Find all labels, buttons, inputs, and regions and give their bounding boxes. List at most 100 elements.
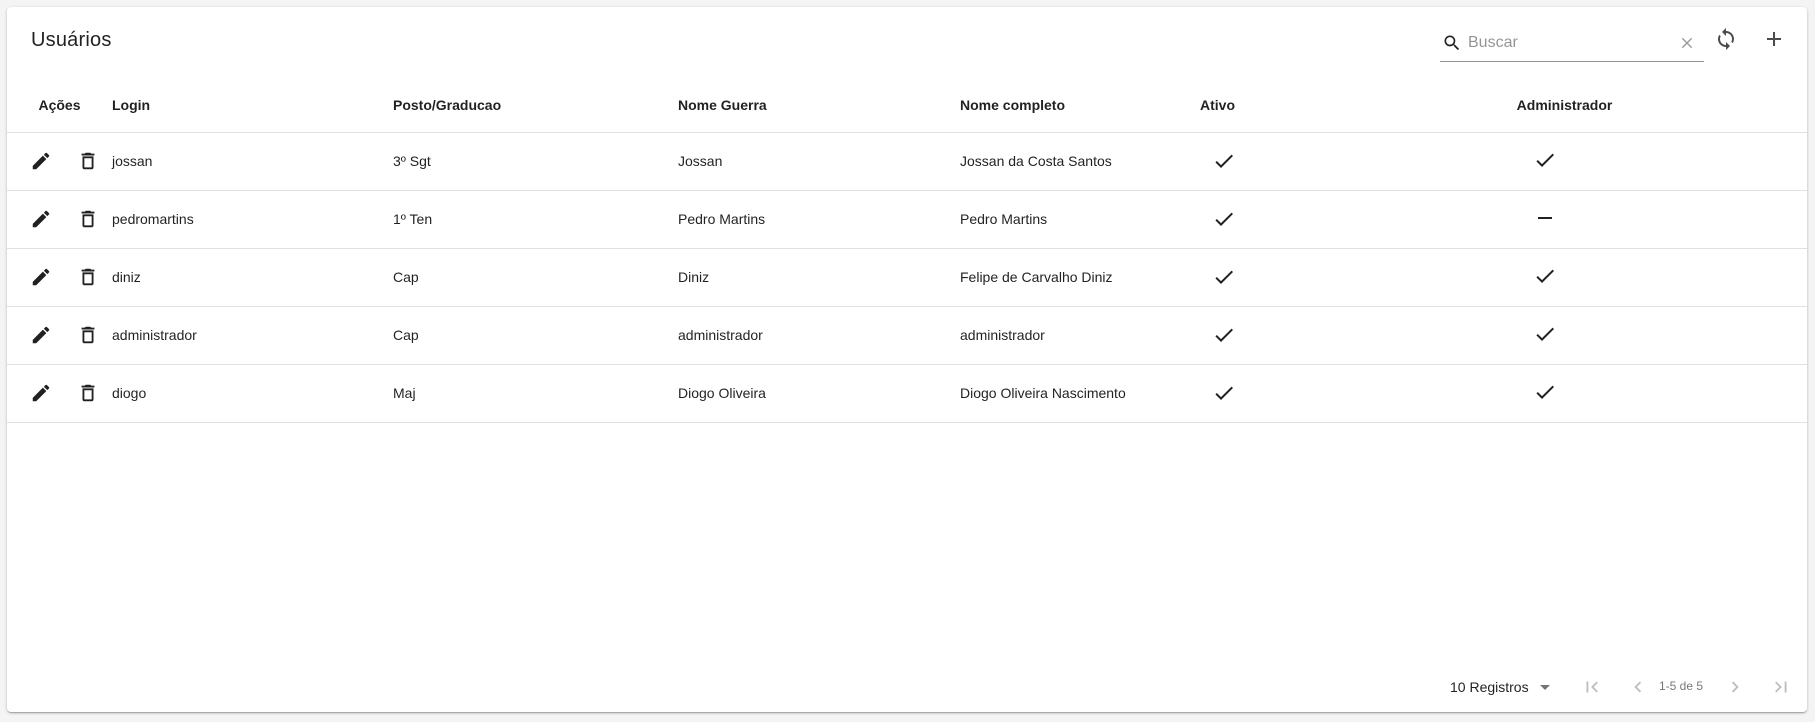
table-row[interactable]: jossan 3º Sgt Jossan Jossan da Costa San…: [7, 132, 1807, 191]
delete-button[interactable]: [68, 199, 108, 239]
check-icon: [1535, 269, 1554, 283]
row-actions: [7, 190, 112, 249]
cell-posto: 3º Sgt: [393, 132, 678, 191]
add-button[interactable]: [1754, 19, 1794, 59]
edit-button[interactable]: [21, 141, 61, 181]
cell-ativo: [1200, 132, 1322, 191]
page-info: 1-5 de 5: [1659, 679, 1704, 693]
cell-administrador: [1322, 132, 1807, 191]
search-icon: [1444, 35, 1460, 51]
previous-page-button[interactable]: [1620, 669, 1656, 705]
column-header-actions: Ações: [7, 79, 112, 133]
edit-icon: [32, 384, 50, 402]
cell-posto: Cap: [393, 306, 678, 365]
table-row[interactable]: administrador Cap administrador administ…: [7, 306, 1807, 365]
dash-icon: [1537, 216, 1552, 219]
check-icon: [1215, 328, 1233, 342]
cell-nome-completo: Felipe de Carvalho Diniz: [960, 248, 1200, 307]
check-icon: [1215, 212, 1233, 226]
table-row[interactable]: pedromartins 1º Ten Pedro Martins Pedro …: [7, 190, 1807, 249]
cell-login: diogo: [112, 364, 393, 423]
delete-icon: [81, 384, 95, 402]
column-header-posto[interactable]: Posto/Graducao: [393, 79, 678, 133]
first-page-button[interactable]: [1574, 669, 1610, 705]
cell-posto: 1º Ten: [393, 190, 678, 249]
clear-icon[interactable]: [1678, 34, 1696, 52]
edit-icon: [32, 210, 50, 228]
cell-nome-completo: Diogo Oliveira Nascimento: [960, 364, 1200, 423]
edit-button[interactable]: [21, 373, 61, 413]
last-page-icon: [1775, 681, 1787, 693]
refresh-button[interactable]: [1706, 19, 1746, 59]
cell-nome-completo: Jossan da Costa Santos: [960, 132, 1200, 191]
next-page-button[interactable]: [1717, 669, 1753, 705]
check-icon: [1535, 327, 1554, 341]
table-body: jossan 3º Sgt Jossan Jossan da Costa San…: [7, 132, 1807, 423]
check-icon: [1215, 270, 1233, 284]
column-header-nome-guerra[interactable]: Nome Guerra: [678, 79, 960, 133]
cell-ativo: [1200, 306, 1322, 365]
row-actions: [7, 364, 112, 423]
cell-nome-guerra: administrador: [678, 306, 960, 365]
add-icon: [1767, 32, 1781, 46]
edit-button[interactable]: [21, 199, 61, 239]
cell-login: pedromartins: [112, 190, 393, 249]
row-actions: [7, 132, 112, 191]
next-page-icon: [1731, 681, 1739, 693]
column-header-login[interactable]: Login: [112, 79, 393, 133]
cell-nome-guerra: Jossan: [678, 132, 960, 191]
check-icon: [1215, 386, 1233, 400]
last-page-button[interactable]: [1763, 669, 1799, 705]
column-header-ativo[interactable]: Ativo: [1200, 79, 1322, 133]
column-header-administrador[interactable]: Administrador: [1322, 79, 1807, 133]
edit-icon: [32, 268, 50, 286]
delete-icon: [81, 152, 95, 170]
edit-button[interactable]: [21, 315, 61, 355]
users-card: Usuários Ações L: [7, 7, 1807, 712]
first-page-icon: [1586, 681, 1598, 693]
delete-icon: [81, 326, 95, 344]
pagination-footer: 10 Registros 1-5 de 5: [7, 667, 1807, 707]
delete-button[interactable]: [68, 373, 108, 413]
previous-page-icon: [1634, 681, 1642, 693]
cell-ativo: [1200, 190, 1322, 249]
cell-posto: Maj: [393, 364, 678, 423]
cell-login: administrador: [112, 306, 393, 365]
check-icon: [1535, 385, 1554, 399]
rows-per-page-value: 10 Registros: [1450, 679, 1529, 695]
delete-button[interactable]: [68, 315, 108, 355]
search-input[interactable]: [1468, 30, 1668, 56]
table-row[interactable]: diogo Maj Diogo Oliveira Diogo Oliveira …: [7, 364, 1807, 423]
cell-ativo: [1200, 248, 1322, 307]
cell-administrador: [1322, 248, 1807, 307]
cell-login: jossan: [112, 132, 393, 191]
cell-login: diniz: [112, 248, 393, 307]
cell-administrador: [1322, 364, 1807, 423]
cell-nome-guerra: Diogo Oliveira: [678, 364, 960, 423]
delete-icon: [81, 210, 95, 228]
check-icon: [1535, 153, 1554, 167]
delete-button[interactable]: [68, 141, 108, 181]
rows-per-page-select[interactable]: 10 Registros: [1450, 675, 1557, 699]
cell-nome-guerra: Diniz: [678, 248, 960, 307]
cell-administrador: [1322, 306, 1807, 365]
delete-button[interactable]: [68, 257, 108, 297]
cell-posto: Cap: [393, 248, 678, 307]
cell-administrador: [1322, 190, 1807, 249]
edit-icon: [32, 152, 50, 170]
row-actions: [7, 306, 112, 365]
cell-nome-completo: administrador: [960, 306, 1200, 365]
column-header-nome-completo[interactable]: Nome completo: [960, 79, 1200, 133]
refresh-icon: [1718, 28, 1734, 50]
page-title: Usuários: [31, 29, 112, 51]
search-field[interactable]: [1440, 25, 1704, 62]
table-row[interactable]: diniz Cap Diniz Felipe de Carvalho Diniz: [7, 248, 1807, 307]
dropdown-arrow-icon: [1539, 685, 1550, 690]
check-icon: [1215, 154, 1233, 168]
edit-button[interactable]: [21, 257, 61, 297]
cell-nome-completo: Pedro Martins: [960, 190, 1200, 249]
users-table: Ações Login Posto/Graducao Nome Guerra N…: [7, 79, 1807, 423]
cell-nome-guerra: Pedro Martins: [678, 190, 960, 249]
cell-ativo: [1200, 364, 1322, 423]
table-header: Ações Login Posto/Graducao Nome Guerra N…: [7, 79, 1807, 133]
